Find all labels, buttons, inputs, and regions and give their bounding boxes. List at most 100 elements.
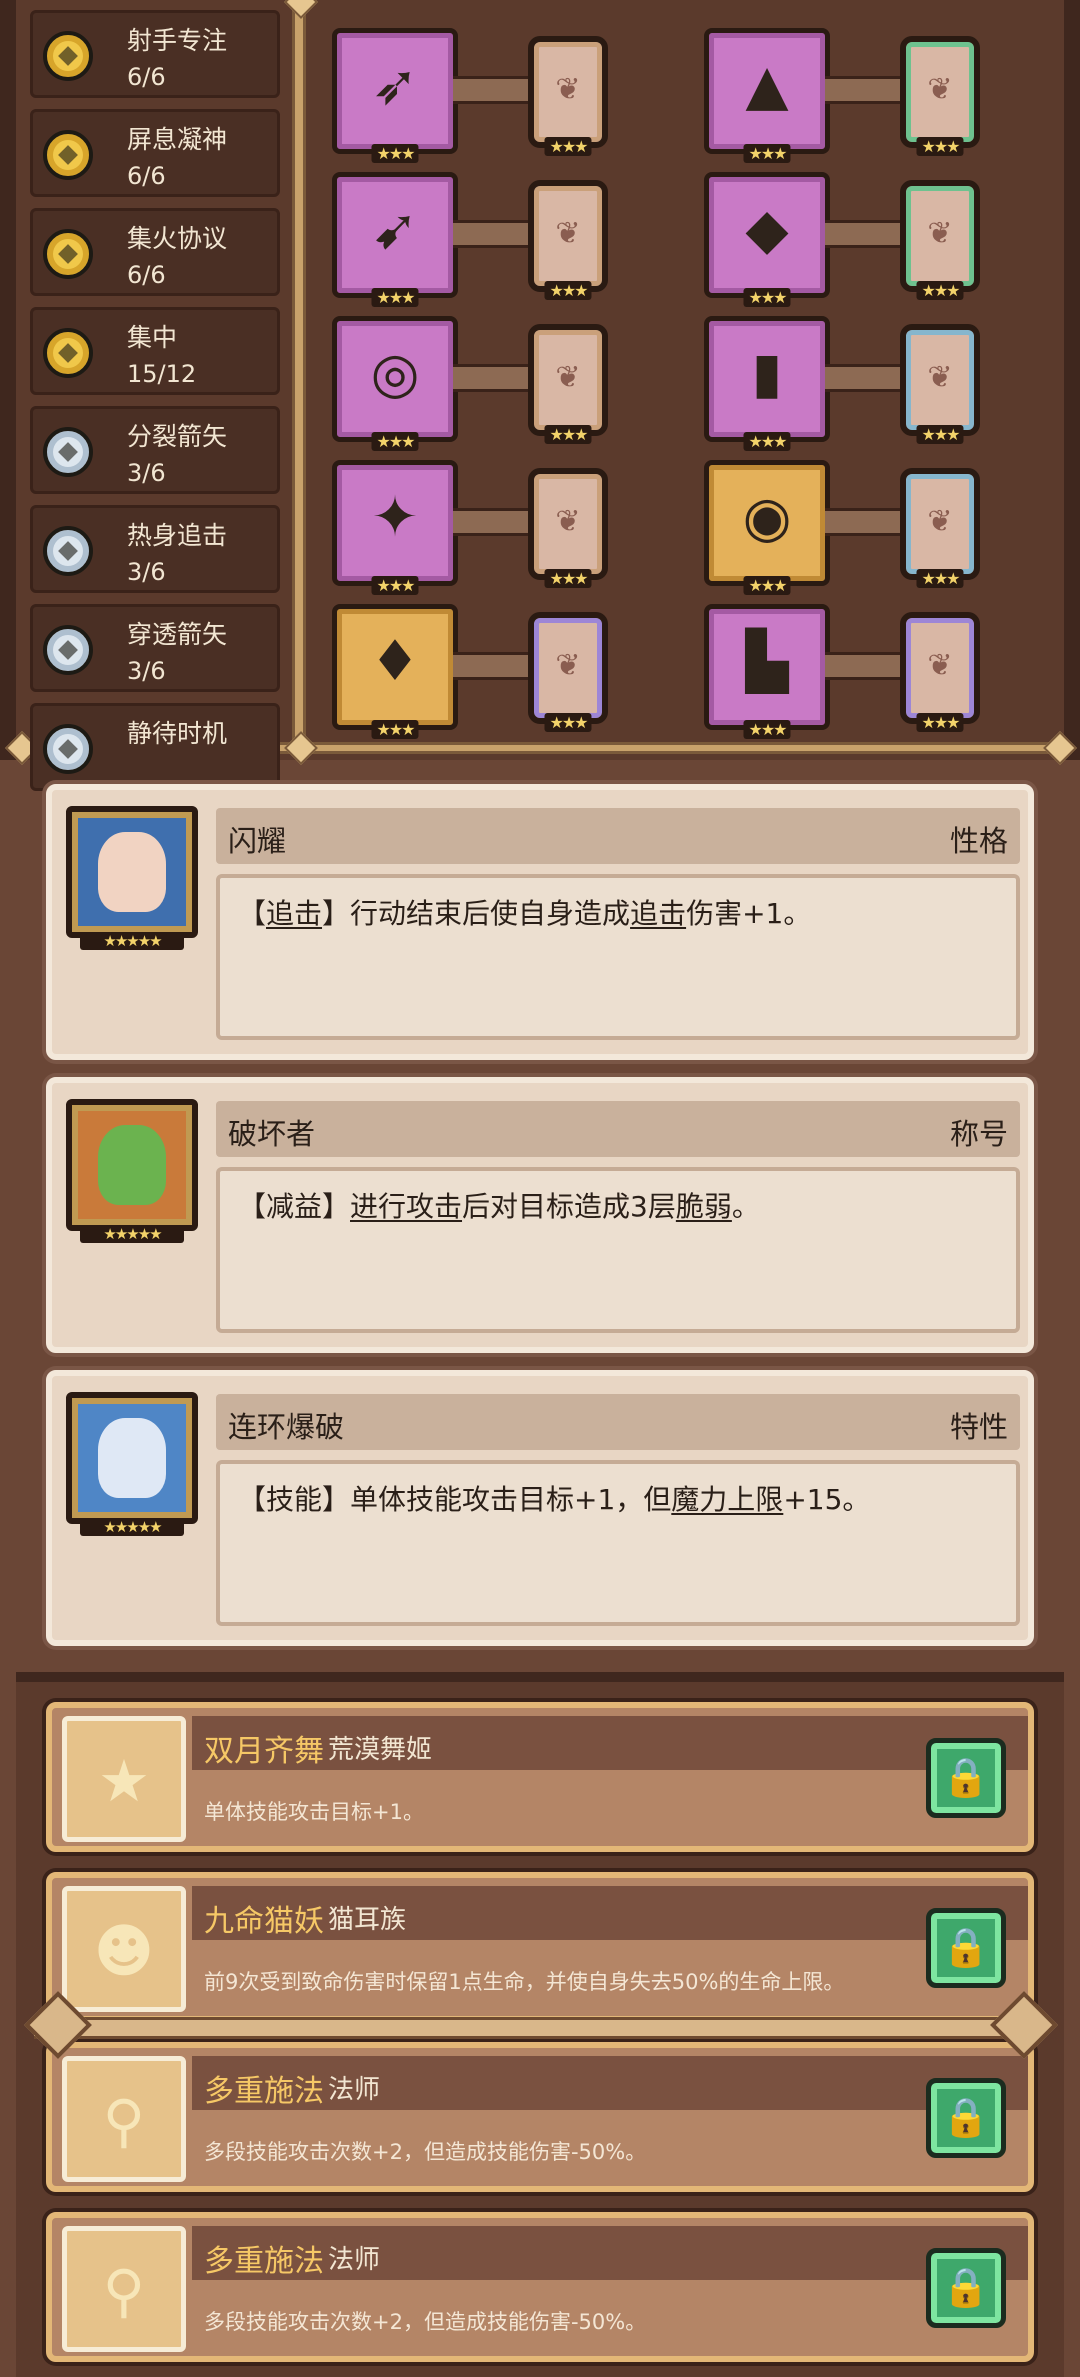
lock-icon: 🔒 <box>942 2095 990 2139</box>
skill-item[interactable]: 静待时机 <box>30 703 280 791</box>
rune-slot[interactable]: ❦ ★★★ <box>900 36 980 156</box>
star-rating: ★★★ <box>371 432 419 451</box>
rune-emblem-icon: ❦ <box>555 360 581 395</box>
star-rating: ★★★ <box>371 720 419 739</box>
character-face <box>98 1125 166 1205</box>
skill-item[interactable]: 集中 15/12 <box>30 307 280 395</box>
star-rating: ★★★ <box>743 432 791 451</box>
rune-emblem-icon: ❦ <box>927 72 953 107</box>
equipment-slot[interactable]: ✦ ★★★ <box>332 460 458 595</box>
wand-icon: ⚲ <box>102 2087 146 2155</box>
star-rating: ★★★ <box>544 713 592 732</box>
equipment-slot[interactable]: ▮ ★★★ <box>704 316 830 451</box>
trait-card[interactable]: ★★★★★ 闪耀 性格 【追击】行动结束后使自身造成追击伤害+1。 <box>46 784 1034 1060</box>
boots-icon: ▙ <box>745 629 789 694</box>
slot-connector <box>825 508 905 536</box>
scroll-rail[interactable] <box>34 2017 1034 2039</box>
trait-description: 【减益】进行攻击后对目标造成3层脆弱。 <box>238 1190 760 1223</box>
trait-name: 连环爆破 <box>228 1410 345 1444</box>
skill-item[interactable]: 屏息凝神 6/6 <box>30 109 280 197</box>
frame-border-right <box>1064 0 1080 760</box>
star-rating: ★★★ <box>916 569 964 588</box>
bond-card[interactable]: ☻ 九命猫妖 猫耳族 前9次受到致命伤害时保留1点生命，并使自身失去50%的生命… <box>46 1872 1034 2022</box>
rune-slot[interactable]: ❦ ★★★ <box>900 468 980 588</box>
equipment-slot[interactable]: ▙ ★★★ <box>704 604 830 739</box>
skill-name: 集火协议 <box>127 224 228 253</box>
bond-icon-frame: ☻ <box>62 1886 186 2012</box>
skill-name: 热身追击 <box>127 521 228 550</box>
skill-name: 穿透箭矢 <box>127 620 228 649</box>
lock-button[interactable]: 🔒 <box>926 2248 1006 2328</box>
crystal-icon: ♦ <box>369 629 421 694</box>
star-rating: ★★★★★ <box>80 1518 184 1536</box>
rune-emblem-icon: ❦ <box>927 648 953 683</box>
bond-name: 多重施法 <box>204 2074 324 2109</box>
skill-name: 静待时机 <box>127 719 228 748</box>
trait-description: 【技能】单体技能攻击目标+1，但魔力上限+15。 <box>238 1483 871 1516</box>
character-face <box>98 832 166 912</box>
trait-name: 破坏者 <box>228 1117 316 1151</box>
lock-button[interactable]: 🔒 <box>926 1908 1006 1988</box>
trait-description-box: 【减益】进行攻击后对目标造成3层脆弱。 <box>216 1167 1020 1333</box>
trait-header: 破坏者 称号 <box>216 1101 1020 1157</box>
skill-count: 3/6 <box>127 459 166 487</box>
scroll-icon: ▮ <box>751 341 783 406</box>
rune-slot[interactable]: ❦ ★★★ <box>528 324 608 444</box>
slot-connector <box>825 220 905 248</box>
rune-slot[interactable]: ❦ ★★★ <box>900 612 980 732</box>
frame-border-left <box>0 0 16 760</box>
lock-button[interactable]: 🔒 <box>926 2078 1006 2158</box>
equipment-slot[interactable]: ◆ ★★★ <box>704 172 830 307</box>
slot-connector <box>453 508 533 536</box>
bond-title-bar: 九命猫妖 猫耳族 <box>192 1886 1028 1940</box>
armor-icon: ◆ <box>745 197 789 262</box>
bond-title-bar: 双月齐舞 荒漠舞姬 <box>192 1716 1028 1770</box>
trait-card[interactable]: ★★★★★ 破坏者 称号 【减益】进行攻击后对目标造成3层脆弱。 <box>46 1077 1034 1353</box>
bond-tribe: 法师 <box>328 2075 381 2105</box>
bond-card[interactable]: ⚲ 多重施法 法师 多段技能攻击次数+2，但造成技能伤害-50%。 🔒 <box>46 2042 1034 2192</box>
star-rating: ★★★ <box>916 137 964 156</box>
trait-type: 性格 <box>949 824 1008 858</box>
slot-connector <box>825 364 905 392</box>
bond-tribe: 猫耳族 <box>328 1905 407 1935</box>
trait-description: 【追击】行动结束后使自身造成追击伤害+1。 <box>238 897 812 930</box>
star-rating: ★★★ <box>544 137 592 156</box>
skill-item[interactable]: 射手专注 6/6 <box>30 10 280 98</box>
skill-item[interactable]: 穿透箭矢 3/6 <box>30 604 280 692</box>
gold-coin-icon <box>43 130 93 180</box>
equipment-slot[interactable]: ➹ ★★★ <box>332 172 458 307</box>
trait-description-box: 【追击】行动结束后使自身造成追击伤害+1。 <box>216 874 1020 1040</box>
rune-slot[interactable]: ❦ ★★★ <box>528 36 608 156</box>
trait-type: 特性 <box>949 1410 1008 1444</box>
bond-description: 前9次受到致命伤害时保留1点生命，并使自身失去50%的生命上限。 <box>204 1970 845 1994</box>
rune-slot[interactable]: ❦ ★★★ <box>528 612 608 732</box>
equipment-slot[interactable]: ➶ ★★★ <box>332 28 458 163</box>
rune-slot[interactable]: ❦ ★★★ <box>528 180 608 300</box>
trait-card[interactable]: ★★★★★ 连环爆破 特性 【技能】单体技能攻击目标+1，但魔力上限+15。 <box>46 1370 1034 1646</box>
equipment-slot[interactable]: ▲ ★★★ <box>704 28 830 163</box>
equipment-slot[interactable]: ◎ ★★★ <box>332 316 458 451</box>
equipment-slot[interactable]: ◉ ★★★ <box>704 460 830 595</box>
skill-item[interactable]: 分裂箭矢 3/6 <box>30 406 280 494</box>
rune-slot[interactable]: ❦ ★★★ <box>900 324 980 444</box>
rune-slot[interactable]: ❦ ★★★ <box>900 180 980 300</box>
rune-emblem-icon: ❦ <box>555 504 581 539</box>
bond-card[interactable]: ★ 双月齐舞 荒漠舞姬 单体技能攻击目标+1。 🔒 <box>46 1702 1034 1852</box>
slot-connector <box>453 364 533 392</box>
lock-button[interactable]: 🔒 <box>926 1738 1006 1818</box>
silver-coin-icon <box>43 724 93 774</box>
equipment-slot[interactable]: ♦ ★★★ <box>332 604 458 739</box>
silver-coin-icon <box>43 526 93 576</box>
star-rating: ★★★ <box>371 144 419 163</box>
rune-emblem-icon: ❦ <box>927 504 953 539</box>
lock-icon: 🔒 <box>942 1755 990 1799</box>
bond-card[interactable]: ⚲ 多重施法 法师 多段技能攻击次数+2，但造成技能伤害-50%。 🔒 <box>46 2212 1034 2362</box>
skill-item[interactable]: 集火协议 6/6 <box>30 208 280 296</box>
trait-description-box: 【技能】单体技能攻击目标+1，但魔力上限+15。 <box>216 1460 1020 1626</box>
skill-count: 3/6 <box>127 657 166 685</box>
rune-slot[interactable]: ❦ ★★★ <box>528 468 608 588</box>
bond-name: 双月齐舞 <box>204 1734 324 1769</box>
rune-emblem-icon: ❦ <box>927 360 953 395</box>
bond-icon-frame: ★ <box>62 1716 186 1842</box>
skill-item[interactable]: 热身追击 3/6 <box>30 505 280 593</box>
